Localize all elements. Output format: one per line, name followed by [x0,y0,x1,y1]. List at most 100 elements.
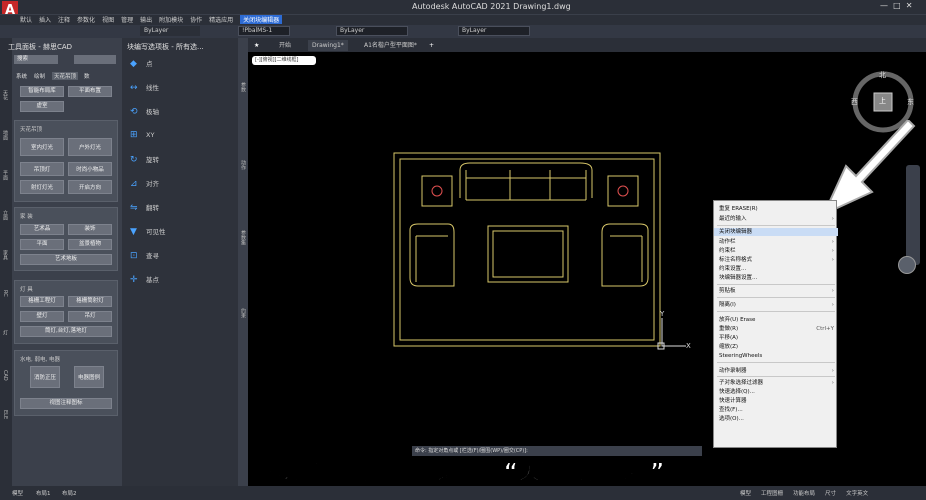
block-param-4[interactable]: ↻ 旋转 [130,154,159,165]
art-floor-button[interactable]: 艺术地板 [20,254,112,265]
context-item-19[interactable]: 查找(F)... [714,406,838,414]
context-item-1[interactable]: 最近的输入 › [714,215,838,223]
context-item-5[interactable]: 标注名称格式 › [714,256,838,264]
context-item-12[interactable]: 平移(A) [714,334,838,342]
block-tab-params[interactable]: 参数 [240,82,247,92]
context-item-15[interactable]: 动作录制器 › [714,367,838,375]
status-tab-model[interactable]: 模型 [12,489,23,497]
ribbon-tab-4[interactable]: 视图 [102,15,114,24]
context-item-6[interactable]: 约束设置... [714,265,838,273]
window-controls[interactable]: — □ ✕ [880,1,912,10]
context-item-11[interactable]: 重做(R) Ctrl+Y [714,325,838,333]
ribbon-tab-10[interactable]: 关闭块编辑器 [240,15,283,24]
palette-side-tab-6[interactable]: 灯 [2,330,9,335]
grid-light-button[interactable]: 格栅工程灯 [20,296,64,307]
palette-side-tab-0[interactable]: 天花 [2,90,9,100]
block-param-1[interactable]: ↔ 线性 [130,82,159,93]
tab-drawing1[interactable]: Drawing1* [308,40,348,51]
ribbon-tab-5[interactable]: 管理 [121,15,133,24]
context-item-20[interactable]: 选项(O)... [714,415,838,423]
context-item-7[interactable]: 块编辑器设置... [714,274,838,282]
status-tab-layout1[interactable]: 布局1 [36,489,51,497]
tab-start[interactable]: 开始 [275,40,295,51]
context-item-8[interactable]: 剪贴板 › [714,287,838,295]
context-item-2[interactable]: 关闭块编辑器 [714,228,838,236]
block-param-9[interactable]: ✛ 基点 [130,274,159,285]
smart-layout-button[interactable]: 智能布局库 [20,86,64,97]
search-input[interactable]: 搜索 [14,55,58,64]
viewcube-east[interactable]: 东 [907,97,914,107]
virtual-room-button[interactable]: 虚室 [20,101,64,112]
ribbon-tab-2[interactable]: 注释 [58,15,70,24]
block-param-0[interactable]: ◆ 点 [130,58,153,69]
floor-layout-button[interactable]: 平面布置 [68,86,112,97]
viewcube-west[interactable]: 西 [851,97,858,107]
context-item-9[interactable]: 隔离(I) › [714,301,838,309]
block-param-6[interactable]: ⇋ 翻转 [130,202,159,213]
context-item-18[interactable]: 快速计算器 [714,397,838,405]
appliance-button[interactable]: 电器图例 [74,366,104,388]
subtab-num[interactable]: 数 [84,72,90,80]
pendant-button[interactable]: 吊灯 [68,311,112,322]
tab-floorplan[interactable]: A1名楷户型平面图* [360,40,421,51]
downlight-button[interactable]: 筒灯,台灯,落地灯 [20,326,112,337]
ribbon-tab-9[interactable]: 精选应用 [209,15,233,24]
block-tab-actions[interactable]: 动作 [240,160,247,170]
palette-side-tab-8[interactable]: ELE [2,410,8,419]
viewcube-north[interactable]: 北 [879,70,886,80]
outdoor-light-button[interactable]: 户外灯光 [68,138,112,156]
palette-side-tab-1[interactable]: 地面 [2,130,9,140]
linetype-combo[interactable]: ByLayer [336,26,408,36]
decor-button[interactable]: 装饰 [68,224,112,235]
ribbon-tab-3[interactable]: 参数化 [77,15,95,24]
ceiling-lamp-button[interactable]: 吊顶灯 [20,162,64,176]
subtab-ceiling[interactable]: 天花吊顶 [52,72,79,80]
grid-spot-button[interactable]: 格栅筒射灯 [68,296,112,307]
subtab-draw[interactable]: 绘制 [34,72,45,80]
lineweight-combo[interactable]: ByLayer [458,26,530,36]
ribbon-tab-7[interactable]: 附加模块 [159,15,183,24]
context-item-14[interactable]: SteeringWheels [714,352,838,360]
status-item-4[interactable]: 文字英文 [846,491,868,497]
layer-combo[interactable]: !PbalMS-1 [238,26,290,36]
block-param-3[interactable]: ⊞ XY [130,130,154,140]
context-item-0[interactable]: 重复 ERASE(R) [714,205,838,213]
status-item-0[interactable]: 模型 [740,491,751,497]
status-item-3[interactable]: 尺寸 [825,491,836,497]
new-tab-button[interactable]: + [425,40,438,51]
ribbon-tab-6[interactable]: 输出 [140,15,152,24]
indoor-light-button[interactable]: 室内灯光 [20,138,64,156]
block-param-2[interactable]: ⟲ 极轴 [130,106,159,117]
block-tab-constraints[interactable]: 约束 [240,308,247,318]
status-item-1[interactable]: 工程图栅 [761,491,783,497]
block-param-5[interactable]: ⊿ 对齐 [130,178,159,189]
status-tab-layout2[interactable]: 布局2 [62,489,77,497]
small-items-button[interactable]: 时尚小物品 [68,162,112,176]
viewcube-top[interactable]: 上 [879,96,886,106]
palette-side-tab-5[interactable]: RC [2,290,8,297]
ribbon-tab-8[interactable]: 协作 [190,15,202,24]
spotlight-button[interactable]: 射灯灯光 [20,180,64,194]
block-tab-paramsets[interactable]: 参数集 [240,230,247,245]
subtab-system[interactable]: 系统 [16,72,27,80]
ribbon-tab-0[interactable]: 默认 [20,15,32,24]
block-param-8[interactable]: ⊡ 查寻 [130,250,159,261]
context-item-17[interactable]: 快速选择(Q)... [714,388,838,396]
context-item-10[interactable]: 放弃(U) Erase [714,316,838,324]
context-item-16[interactable]: 子对象选择过滤器 › [714,379,838,387]
context-item-4[interactable]: 约束栏 › [714,247,838,255]
color-combo[interactable]: ByLayer [140,26,200,36]
plant-button[interactable]: 盆景植物 [68,239,112,250]
status-item-2[interactable]: 功能布局 [793,491,815,497]
view-note-button[interactable]: 视图注释图标 [20,398,112,409]
palette-side-tab-3[interactable]: 立面 [2,210,9,220]
palette-side-tab-7[interactable]: CAD [2,370,8,381]
open-direction-button[interactable]: 开启方向 [68,180,112,194]
menu-star-icon[interactable]: ★ [250,40,263,51]
artwork-button[interactable]: 艺术品 [20,224,64,235]
ribbon-tab-1[interactable]: 插入 [39,15,51,24]
palette-side-tab-4[interactable]: 家具 [2,250,9,260]
palette-side-tab-2[interactable]: 平面 [2,170,9,180]
context-item-13[interactable]: 缩放(Z) [714,343,838,351]
wall-lamp-button[interactable]: 壁灯 [20,311,64,322]
